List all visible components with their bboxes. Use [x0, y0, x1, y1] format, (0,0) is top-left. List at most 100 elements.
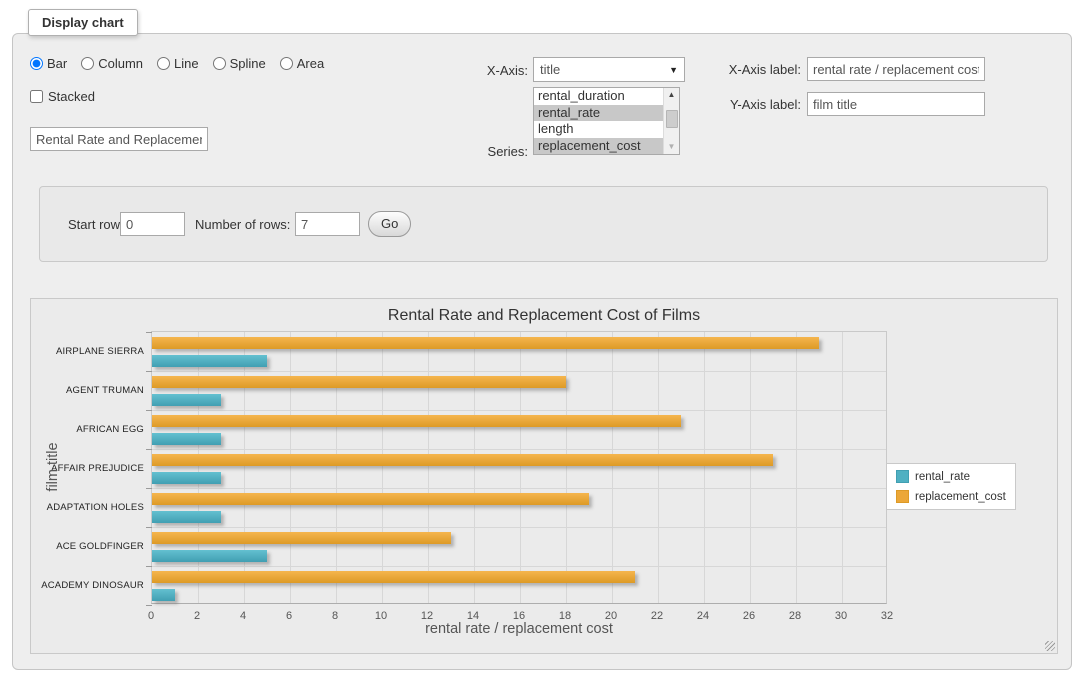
y-axis-tick	[146, 605, 152, 606]
series-listbox[interactable]: rental_durationrental_ratelengthreplacem…	[533, 87, 680, 155]
vertical-gridline	[290, 332, 291, 603]
chart-type-radio-spline[interactable]	[213, 57, 226, 70]
vertical-gridline	[244, 332, 245, 603]
series-label: Series:	[433, 144, 528, 159]
legend-swatch-icon	[896, 490, 909, 503]
vertical-gridline	[612, 332, 613, 603]
y-axis-tick	[146, 527, 152, 528]
legend-label: rental_rate	[915, 471, 970, 483]
chart-panel: Rental Rate and Replacement Cost of Film…	[30, 298, 1058, 654]
y-axis-tick	[146, 566, 152, 567]
x-axis-title: rental rate / replacement cost	[151, 621, 887, 637]
vertical-gridline	[520, 332, 521, 603]
x-axis-label-field-label: X-Axis label:	[663, 62, 801, 77]
vertical-gridline	[658, 332, 659, 603]
vertical-gridline	[842, 332, 843, 603]
fieldset-legend: Display chart	[28, 9, 138, 36]
series-options: rental_durationrental_ratelengthreplacem…	[534, 88, 663, 154]
start-row-label: Start row:	[68, 217, 124, 232]
chart-type-radio-line[interactable]	[157, 57, 170, 70]
vertical-gridline	[382, 332, 383, 603]
chart-type-option-column: Column	[81, 56, 143, 71]
bar-rental_rate	[152, 433, 221, 445]
resize-handle-icon[interactable]	[1045, 641, 1055, 651]
chart-type-radio-area[interactable]	[280, 57, 293, 70]
chart-type-label: Column	[98, 56, 143, 71]
y-axis-label-field-label: Y-Axis label:	[663, 97, 801, 112]
chart-type-radio-group: Bar Column Line Spline Area	[30, 56, 324, 71]
chart-type-radio-bar[interactable]	[30, 57, 43, 70]
chart-type-option-area: Area	[280, 56, 324, 71]
scroll-down-icon[interactable]: ▼	[668, 140, 676, 154]
vertical-gridline	[474, 332, 475, 603]
vertical-gridline	[336, 332, 337, 603]
series-option-rental_duration[interactable]: rental_duration	[534, 88, 663, 105]
legend-swatch-icon	[896, 470, 909, 483]
legend-entry-replacement_cost[interactable]: replacement_cost	[896, 490, 1006, 503]
bar-replacement_cost	[152, 415, 681, 427]
stacked-checkbox[interactable]	[30, 90, 43, 103]
y-axis-tick	[146, 332, 152, 333]
start-row-input[interactable]	[120, 212, 185, 236]
y-axis-tick	[146, 488, 152, 489]
vertical-gridline	[796, 332, 797, 603]
chart-type-option-bar: Bar	[30, 56, 67, 71]
stacked-label: Stacked	[48, 89, 95, 104]
bar-rental_rate	[152, 550, 267, 562]
category-label: AIRPLANE SIERRA	[38, 346, 144, 357]
series-option-length[interactable]: length	[534, 121, 663, 138]
bar-replacement_cost	[152, 337, 819, 349]
horizontal-gridline	[152, 371, 886, 372]
series-option-rental_rate[interactable]: rental_rate	[534, 105, 663, 122]
vertical-gridline	[704, 332, 705, 603]
x-axis-select-value: title	[540, 62, 560, 77]
plot-area	[151, 331, 887, 604]
x-axis-select-label: X-Axis:	[433, 63, 528, 78]
vertical-gridline	[198, 332, 199, 603]
category-label: AGENT TRUMAN	[38, 385, 144, 396]
y-axis-label-input[interactable]	[807, 92, 985, 116]
horizontal-gridline	[152, 449, 886, 450]
y-axis-tick	[146, 410, 152, 411]
vertical-gridline	[428, 332, 429, 603]
bar-rental_rate	[152, 394, 221, 406]
bar-replacement_cost	[152, 571, 635, 583]
y-axis-title: film title	[45, 417, 61, 517]
bar-replacement_cost	[152, 376, 566, 388]
chart-type-option-spline: Spline	[213, 56, 266, 71]
chart-type-option-line: Line	[157, 56, 199, 71]
horizontal-gridline	[152, 527, 886, 528]
bar-replacement_cost	[152, 454, 773, 466]
bar-rental_rate	[152, 511, 221, 523]
vertical-gridline	[750, 332, 751, 603]
chart-type-label: Line	[174, 56, 199, 71]
vertical-gridline	[566, 332, 567, 603]
number-of-rows-label: Number of rows:	[195, 217, 290, 232]
chart-type-label: Bar	[47, 56, 67, 71]
category-label: ACADEMY DINOSAUR	[38, 580, 144, 591]
stacked-row: Stacked	[30, 89, 95, 104]
horizontal-gridline	[152, 410, 886, 411]
y-axis-tick	[146, 371, 152, 372]
display-chart-fieldset: Display chart BarColumnLineSplineArea St…	[12, 33, 1072, 670]
chart-legend: rental_rate replacement_cost	[886, 463, 1016, 510]
bar-rental_rate	[152, 589, 175, 601]
x-axis-label-input[interactable]	[807, 57, 985, 81]
bar-rental_rate	[152, 472, 221, 484]
chart-type-label: Area	[297, 56, 324, 71]
category-label: ACE GOLDFINGER	[38, 541, 144, 552]
scrollbar-thumb[interactable]	[666, 110, 678, 128]
chart-type-radio-column[interactable]	[81, 57, 94, 70]
bar-rental_rate	[152, 355, 267, 367]
legend-label: replacement_cost	[915, 491, 1006, 503]
horizontal-gridline	[152, 488, 886, 489]
bar-replacement_cost	[152, 493, 589, 505]
go-button[interactable]: Go	[368, 211, 411, 237]
chart-title-input[interactable]	[30, 127, 208, 151]
bar-replacement_cost	[152, 532, 451, 544]
y-axis-tick	[146, 449, 152, 450]
series-option-replacement_cost[interactable]: replacement_cost	[534, 138, 663, 155]
horizontal-gridline	[152, 566, 886, 567]
number-of-rows-input[interactable]	[295, 212, 360, 236]
legend-entry-rental_rate[interactable]: rental_rate	[896, 470, 1006, 483]
